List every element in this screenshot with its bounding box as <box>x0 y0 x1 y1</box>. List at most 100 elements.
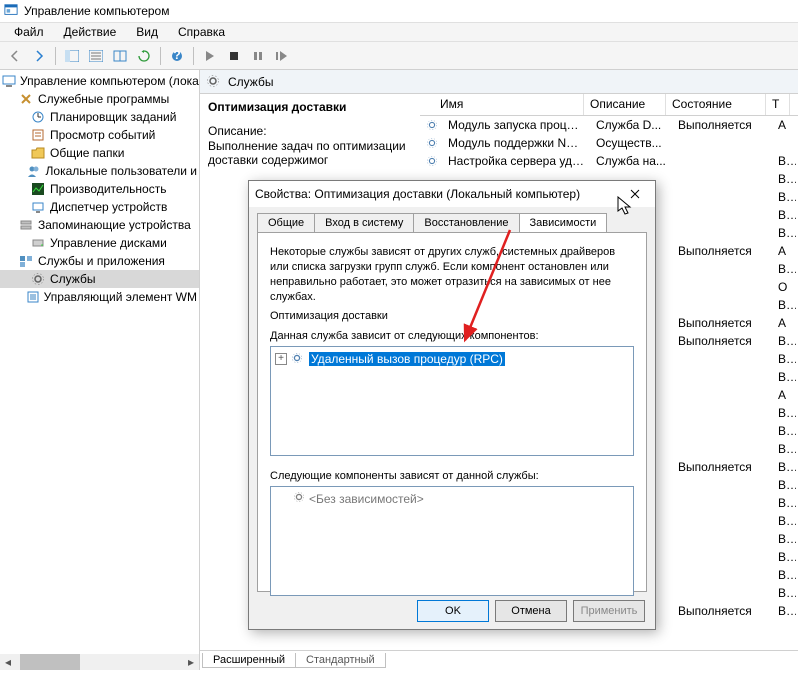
cell-type: Вр <box>772 460 796 474</box>
cell-type: Вр <box>772 514 796 528</box>
apply-button[interactable]: Применить <box>573 600 645 622</box>
tab-standard[interactable]: Стандартный <box>295 653 386 668</box>
cell-type: Вр <box>772 496 796 510</box>
dependents-list[interactable]: <Без зависимостей> <box>270 486 634 596</box>
cell-type: Вр <box>772 226 796 240</box>
cell-type: Вр <box>772 262 796 276</box>
tree-node-scheduler[interactable]: Планировщик заданий <box>0 108 199 126</box>
cell-type: Вр <box>772 604 796 618</box>
menu-file[interactable]: Файл <box>6 23 52 41</box>
cell-type: А <box>772 316 796 330</box>
tree-node-eventviewer[interactable]: Просмотр событий <box>0 126 199 144</box>
depends-on-list[interactable]: + Удаленный вызов процедур (RPC) <box>270 346 634 456</box>
gear-icon <box>293 491 305 506</box>
cell-type: А <box>772 244 796 258</box>
properties-button[interactable] <box>85 45 107 67</box>
dialog-tabs: Общие Вход в систему Восстановление Зави… <box>257 213 647 232</box>
cell-type: О <box>772 280 796 294</box>
cell-desc: Осуществ... <box>590 136 672 150</box>
tree-node-computer[interactable]: Управление компьютером (локаль <box>0 72 199 90</box>
close-button[interactable] <box>621 184 649 204</box>
tree-node-storage[interactable]: Запоминающие устройства <box>0 216 199 234</box>
col-name[interactable]: Имя <box>420 94 584 115</box>
dependency-item[interactable]: + Удаленный вызов процедур (RPC) <box>275 351 629 367</box>
service-row[interactable]: Модуль запуска процессо...Служба D...Вып… <box>420 116 798 134</box>
tree-label: Службы <box>50 272 95 286</box>
tree-label: Службы и приложения <box>38 254 165 268</box>
menu-view[interactable]: Вид <box>128 23 166 41</box>
cell-type: Вр <box>772 586 796 600</box>
event-icon <box>30 127 46 143</box>
wmi-icon <box>26 289 40 305</box>
col-state[interactable]: Состояние <box>666 94 766 115</box>
close-icon <box>630 189 640 199</box>
cell-type: Вр <box>772 154 796 168</box>
expand-icon[interactable]: + <box>275 353 287 365</box>
apps-icon <box>18 253 34 269</box>
tree-node-apps[interactable]: Службы и приложения <box>0 252 199 270</box>
tab-logon[interactable]: Вход в систему <box>314 213 414 232</box>
cell-type: Вр <box>772 568 796 582</box>
tree-node-wmi[interactable]: Управляющий элемент WM <box>0 288 199 306</box>
tab-extended[interactable]: Расширенный <box>202 653 296 668</box>
no-dependencies-item: <Без зависимостей> <box>275 491 629 506</box>
restart-service-button[interactable] <box>271 45 293 67</box>
horizontal-scrollbar[interactable]: ◂ ▸ <box>0 654 199 670</box>
cell-type: Вр <box>772 550 796 564</box>
cell-type: Вр <box>772 334 796 348</box>
tab-recovery[interactable]: Восстановление <box>413 213 519 232</box>
description-text: Выполнение задач по оптимизации доставки… <box>208 139 412 167</box>
dependency-label: Удаленный вызов процедур (RPC) <box>309 352 505 366</box>
cell-type: Вр <box>772 208 796 222</box>
dialog-titlebar[interactable]: Свойства: Оптимизация доставки (Локальны… <box>249 181 655 207</box>
tree-node-tools[interactable]: Служебные программы <box>0 90 199 108</box>
service-row[interactable]: Модуль поддержки NetBI...Осуществ... <box>420 134 798 152</box>
toolbar-separator <box>193 47 194 65</box>
dialog-panel: Некоторые службы зависят от других служб… <box>257 232 647 592</box>
menu-action[interactable]: Действие <box>56 23 125 41</box>
toolbar-separator <box>160 47 161 65</box>
export-button[interactable] <box>109 45 131 67</box>
tree-node-devmgr[interactable]: Диспетчер устройств <box>0 198 199 216</box>
tree-node-perf[interactable]: Производительность <box>0 180 199 198</box>
cell-name: Модуль запуска процессо... <box>442 118 590 132</box>
cell-type: Вр <box>772 172 796 186</box>
forward-button[interactable] <box>28 45 50 67</box>
tree-node-users[interactable]: Локальные пользователи и <box>0 162 199 180</box>
cancel-button[interactable]: Отмена <box>495 600 567 622</box>
scroll-left-icon[interactable]: ◂ <box>0 654 16 670</box>
refresh-button[interactable] <box>133 45 155 67</box>
cell-type: Вр <box>772 424 796 438</box>
back-button[interactable] <box>4 45 26 67</box>
cell-type: Вр <box>772 190 796 204</box>
menu-help[interactable]: Справка <box>170 23 233 41</box>
tree-label: Диспетчер устройств <box>50 200 167 214</box>
dialog-buttons: OK Отмена Применить <box>249 600 655 632</box>
col-startup-type[interactable]: Т <box>766 94 790 115</box>
cell-state: Выполняется <box>672 118 772 132</box>
content-header: Службы <box>200 70 798 94</box>
perf-icon <box>30 181 46 197</box>
service-row[interactable]: Настройка сервера удален...Служба на...В… <box>420 152 798 170</box>
scroll-right-icon[interactable]: ▸ <box>183 654 199 670</box>
gear-icon <box>206 74 222 90</box>
ok-button[interactable]: OK <box>417 600 489 622</box>
content-title: Службы <box>228 75 273 89</box>
tree-label: Общие папки <box>50 146 124 160</box>
show-hide-tree-button[interactable] <box>61 45 83 67</box>
stop-service-button[interactable] <box>223 45 245 67</box>
tree-label: Производительность <box>50 182 166 196</box>
tree-node-shared[interactable]: Общие папки <box>0 144 199 162</box>
svg-text:?: ? <box>173 50 180 62</box>
tree-node-services[interactable]: Службы <box>0 270 199 288</box>
pause-service-button[interactable] <box>247 45 269 67</box>
start-service-button[interactable] <box>199 45 221 67</box>
tree-node-diskmgmt[interactable]: Управление дисками <box>0 234 199 252</box>
storage-icon <box>18 217 34 233</box>
description-label: Описание: <box>208 124 412 138</box>
help-button[interactable]: ? <box>166 45 188 67</box>
scroll-thumb[interactable] <box>20 654 80 670</box>
tab-general[interactable]: Общие <box>257 213 315 232</box>
col-description[interactable]: Описание <box>584 94 666 115</box>
tab-dependencies[interactable]: Зависимости <box>519 213 608 232</box>
